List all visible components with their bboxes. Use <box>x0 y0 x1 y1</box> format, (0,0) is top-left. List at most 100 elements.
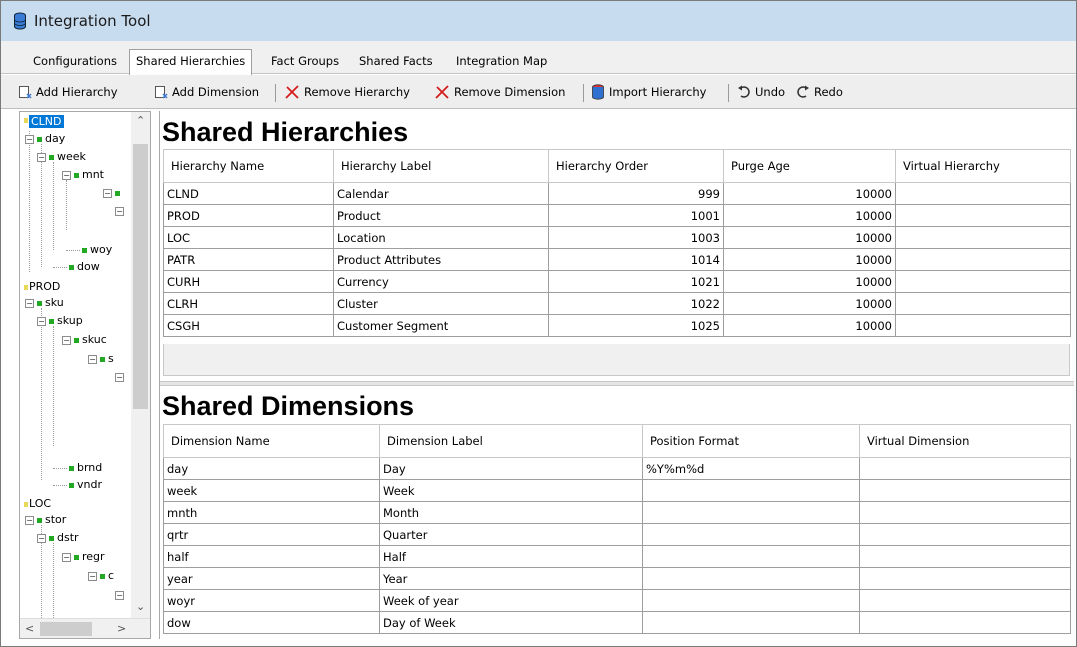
tree-node[interactable]: skup <box>57 314 83 328</box>
table-cell[interactable]: 1003 <box>548 226 724 249</box>
scrollbar-thumb[interactable] <box>40 622 92 636</box>
tree-horizontal-scrollbar[interactable]: < > <box>20 618 150 638</box>
tree-node[interactable]: week <box>57 150 86 164</box>
scroll-left-icon[interactable]: < <box>25 622 34 635</box>
column-header[interactable]: Dimension Name <box>163 424 380 458</box>
tree-node[interactable]: skuc <box>82 333 107 347</box>
table-cell[interactable] <box>859 457 1071 480</box>
table-cell[interactable]: Day of Week <box>379 611 643 634</box>
table-cell[interactable]: CURH <box>163 270 334 293</box>
hierarchy-row[interactable]: CLRH Cluster 1022 10000 <box>163 292 1071 315</box>
dimension-row[interactable]: week Week <box>163 479 1071 502</box>
collapse-icon[interactable]: − <box>103 189 112 198</box>
table-cell[interactable]: Customer Segment <box>333 314 549 337</box>
collapse-icon[interactable]: − <box>88 572 97 581</box>
table-cell[interactable]: Product Attributes <box>333 248 549 271</box>
table-cell[interactable]: 10000 <box>723 314 896 337</box>
table-cell[interactable]: mnth <box>163 501 380 524</box>
table-cell[interactable]: 1022 <box>548 292 724 315</box>
table-cell[interactable]: dow <box>163 611 380 634</box>
import-hierarchy-button[interactable]: Import Hierarchy <box>591 75 706 109</box>
scroll-right-icon[interactable]: > <box>117 622 126 635</box>
hierarchy-tree[interactable]: CLND − day − week − mnt − − woy dow PROD… <box>19 111 151 639</box>
table-cell[interactable]: 1025 <box>548 314 724 337</box>
table-cell[interactable]: Currency <box>333 270 549 293</box>
table-cell[interactable]: CSGH <box>163 314 334 337</box>
table-cell[interactable]: CLND <box>163 182 334 205</box>
table-cell[interactable]: Cluster <box>333 292 549 315</box>
tree-node[interactable]: mnt <box>82 168 104 182</box>
table-cell[interactable]: Week of year <box>379 589 643 612</box>
table-cell[interactable]: woyr <box>163 589 380 612</box>
tree-node[interactable]: day <box>45 132 65 146</box>
table-cell[interactable]: 1014 <box>548 248 724 271</box>
table-cell[interactable] <box>642 567 860 590</box>
tree-node[interactable]: dow <box>77 260 100 274</box>
remove-dimension-button[interactable]: Remove Dimension <box>434 75 565 109</box>
collapse-icon[interactable]: − <box>62 336 71 345</box>
column-header[interactable]: Virtual Dimension <box>859 424 1071 458</box>
table-cell[interactable]: Week <box>379 479 643 502</box>
add-hierarchy-button[interactable]: Add Hierarchy <box>18 75 118 109</box>
table-cell[interactable] <box>895 248 1071 271</box>
table-cell[interactable]: Quarter <box>379 523 643 546</box>
collapse-icon[interactable]: − <box>115 207 124 216</box>
table-cell[interactable]: half <box>163 545 380 568</box>
table-cell[interactable]: 10000 <box>723 248 896 271</box>
tree-node[interactable]: regr <box>82 550 105 564</box>
table-cell[interactable]: LOC <box>163 226 334 249</box>
dimension-row[interactable]: day Day %Y%m%d <box>163 457 1071 480</box>
tab-integration-map[interactable]: Integration Map <box>450 51 553 74</box>
tree-node[interactable]: c <box>108 569 114 583</box>
column-header[interactable]: Purge Age <box>723 149 896 183</box>
add-dimension-button[interactable]: Add Dimension <box>154 75 259 109</box>
tree-node[interactable]: woy <box>90 243 112 257</box>
table-cell[interactable]: qrtr <box>163 523 380 546</box>
table-cell[interactable] <box>859 611 1071 634</box>
table-cell[interactable] <box>895 270 1071 293</box>
table-cell[interactable] <box>895 314 1071 337</box>
collapse-icon[interactable]: − <box>25 299 34 308</box>
tree-node[interactable]: brnd <box>77 461 102 475</box>
tree-node[interactable]: s <box>108 352 114 366</box>
tab-shared-facts[interactable]: Shared Facts <box>353 51 439 74</box>
scroll-up-icon[interactable]: ⌃ <box>136 114 145 127</box>
tree-node[interactable]: stor <box>45 513 66 527</box>
table-cell[interactable]: 10000 <box>723 226 896 249</box>
collapse-icon[interactable]: − <box>88 355 97 364</box>
table-cell[interactable]: Product <box>333 204 549 227</box>
table-cell[interactable]: 10000 <box>723 204 896 227</box>
table-cell[interactable]: 1001 <box>548 204 724 227</box>
tree-node[interactable]: LOC <box>29 497 51 511</box>
collapse-icon[interactable]: − <box>37 317 46 326</box>
tree-vertical-scrollbar[interactable]: ⌃ ⌄ <box>131 112 150 618</box>
table-cell[interactable]: 10000 <box>723 182 896 205</box>
redo-button[interactable]: Redo <box>796 75 843 109</box>
remove-hierarchy-button[interactable]: Remove Hierarchy <box>284 75 410 109</box>
table-cell[interactable]: Day <box>379 457 643 480</box>
table-cell[interactable] <box>642 589 860 612</box>
dimension-row[interactable]: year Year <box>163 567 1071 590</box>
table-cell[interactable] <box>895 226 1071 249</box>
tree-node[interactable]: PROD <box>29 280 60 294</box>
dimension-row[interactable]: dow Day of Week <box>163 611 1071 634</box>
tab-fact-groups[interactable]: Fact Groups <box>265 51 345 74</box>
table-cell[interactable] <box>895 182 1071 205</box>
column-header[interactable]: Hierarchy Order <box>548 149 724 183</box>
hierarchy-row[interactable]: PATR Product Attributes 1014 10000 <box>163 248 1071 271</box>
table-cell[interactable]: day <box>163 457 380 480</box>
table-cell[interactable]: year <box>163 567 380 590</box>
hierarchy-row[interactable]: LOC Location 1003 10000 <box>163 226 1071 249</box>
column-header[interactable]: Virtual Hierarchy <box>895 149 1071 183</box>
panel-splitter[interactable] <box>160 381 1074 386</box>
collapse-icon[interactable]: − <box>37 153 46 162</box>
table-cell[interactable]: Location <box>333 226 549 249</box>
collapse-icon[interactable]: − <box>37 534 46 543</box>
collapse-icon[interactable]: − <box>25 516 34 525</box>
collapse-icon[interactable]: − <box>115 373 124 382</box>
column-header[interactable]: Hierarchy Label <box>333 149 549 183</box>
table-cell[interactable]: week <box>163 479 380 502</box>
table-cell[interactable]: 10000 <box>723 270 896 293</box>
dimension-row[interactable]: woyr Week of year <box>163 589 1071 612</box>
undo-button[interactable]: Undo <box>737 75 785 109</box>
